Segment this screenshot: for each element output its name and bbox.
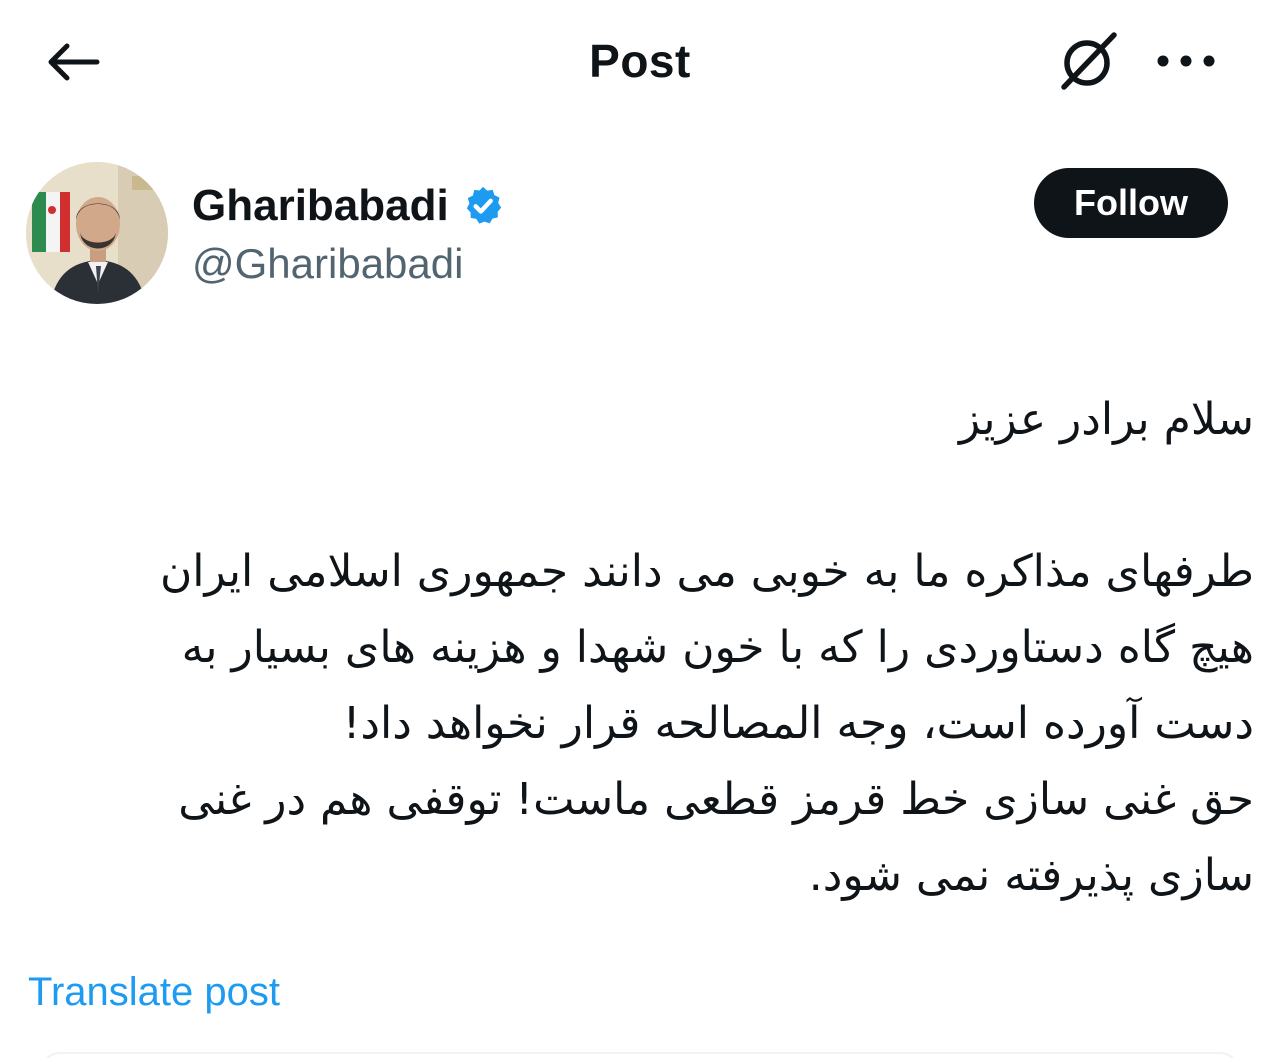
avatar[interactable]: [26, 162, 168, 304]
author-name[interactable]: Gharibabadi: [192, 181, 449, 231]
post-text: سلام برادر عزیز طرفهای مذاکره ما به خوبی…: [30, 382, 1254, 914]
author-handle[interactable]: @Gharibabadi: [192, 240, 463, 288]
post-greeting: سلام برادر عزیز: [959, 394, 1254, 445]
translate-post-link[interactable]: Translate post: [28, 970, 280, 1015]
post-line: دست آورده است، وجه المصالحه قرار نخواهد …: [342, 698, 1254, 749]
author-name-row: Gharibabadi: [192, 178, 505, 234]
post-line: سازی پذیرفته نمی شود.: [808, 850, 1254, 901]
profile-photo: [26, 162, 168, 304]
post-line: طرفهای مذاکره ما به خوبی می دانند جمهوری…: [159, 546, 1254, 597]
follow-button[interactable]: Follow: [1034, 168, 1228, 238]
post-line: حق غنی سازی خط قرمز قطعی ماست! توقفی هم …: [178, 774, 1254, 825]
grok-slash-circle-icon: [1061, 32, 1117, 90]
post-page: Post Gharibabadi @Gharibabadi Follow سلا…: [0, 0, 1280, 1058]
verified-badge-icon[interactable]: [461, 184, 505, 228]
post-line: هیچ گاه دستاوردی را که با خون شهدا و هزی…: [181, 622, 1254, 673]
next-card-edge: [40, 1052, 1240, 1058]
more-options-button[interactable]: [1150, 36, 1222, 86]
grok-button[interactable]: [1054, 28, 1124, 94]
more-horizontal-icon: [1157, 55, 1215, 67]
top-bar: Post: [0, 0, 1280, 120]
